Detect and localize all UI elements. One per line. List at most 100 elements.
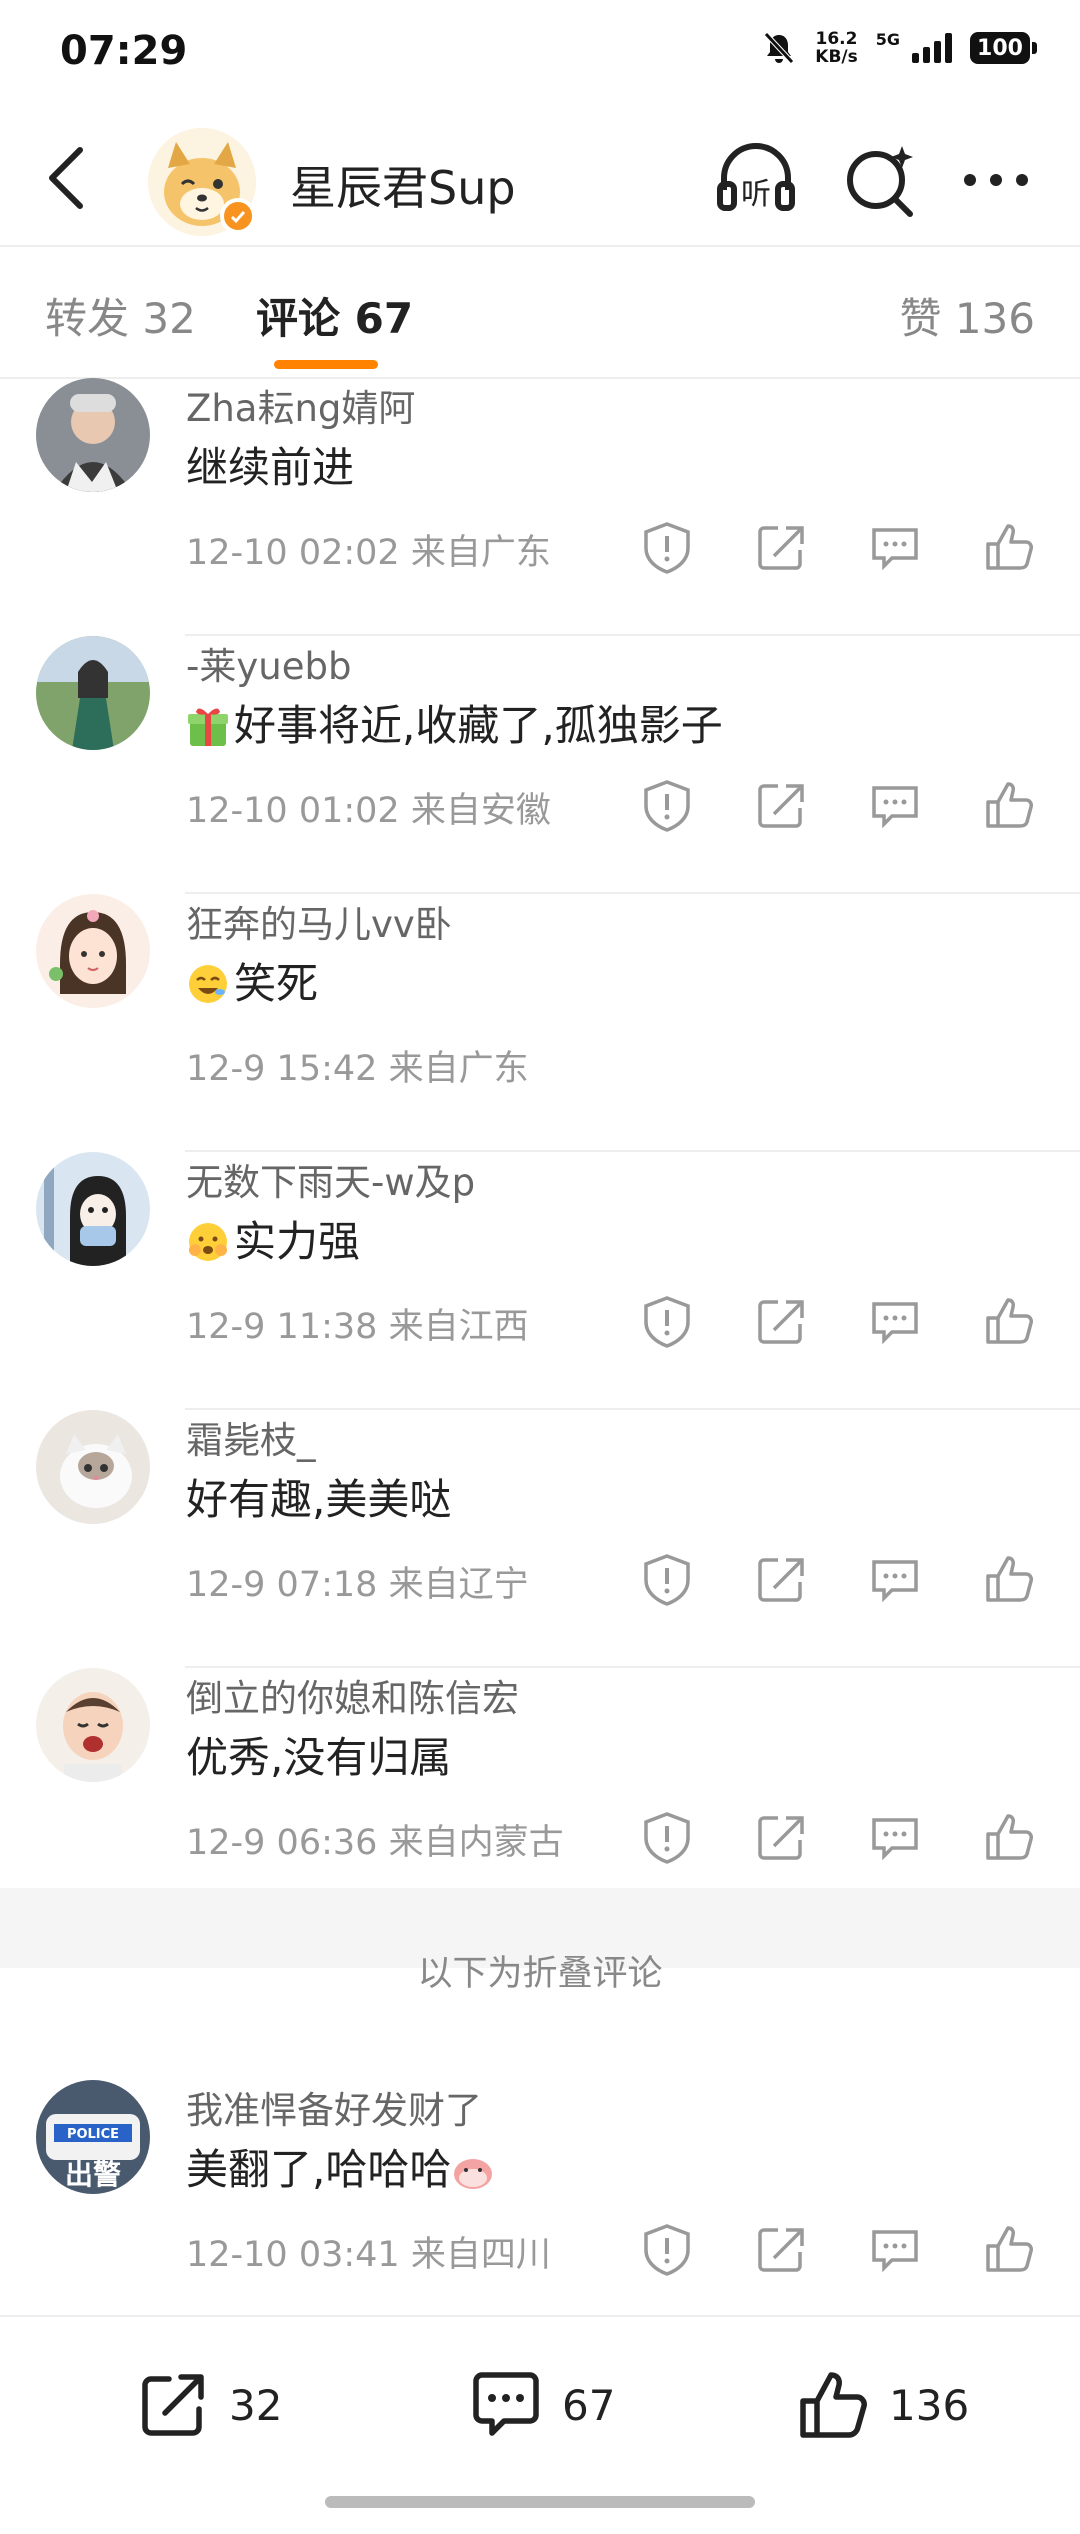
commenter-avatar[interactable]	[36, 1410, 150, 1524]
search-sparkle-icon[interactable]	[836, 136, 924, 224]
folded-comment-item: POLICE 出警 我准悍备好发财了 美翻了,哈哈哈 12-10 03:41 来…	[0, 2080, 1080, 2300]
share-icon[interactable]	[752, 1550, 810, 1608]
tab-repost[interactable]: 转发 32	[45, 285, 196, 346]
signal-icon	[912, 33, 952, 63]
repost-button[interactable]: 32	[135, 2367, 282, 2443]
comment-item: 无数下雨天-w及p 实力强 12-9 11:38 来自江西	[0, 1152, 1080, 1410]
status-time: 07:29	[60, 28, 188, 74]
like-icon[interactable]	[980, 776, 1038, 834]
tab-likes[interactable]: 赞 136	[899, 285, 1035, 346]
shy-emoji-icon	[189, 1223, 227, 1261]
comment-text-content: 实力强	[234, 1217, 361, 1266]
repost-count: 32	[229, 2380, 283, 2430]
page-title[interactable]: 星辰君Sup	[290, 152, 516, 218]
comment-text-content: 好事将近,收藏了,孤独影子	[234, 701, 723, 750]
battery-level: 100	[977, 35, 1023, 61]
comment-text: 好事将近,收藏了,孤独影子	[186, 692, 723, 753]
comment-text: 好有趣,美美哒	[186, 1475, 452, 1524]
commenter-name[interactable]: -莱yuebb	[186, 636, 351, 690]
like-icon[interactable]	[980, 518, 1038, 576]
repost-icon	[142, 2374, 204, 2436]
reply-icon[interactable]	[866, 1292, 924, 1350]
home-indicator[interactable]	[325, 2496, 755, 2508]
reply-icon[interactable]	[866, 2220, 924, 2278]
listen-icon[interactable]: 听	[712, 136, 800, 224]
battery-icon: 100	[970, 32, 1037, 64]
share-icon[interactable]	[752, 2220, 810, 2278]
hamster-emoji-icon	[454, 2159, 493, 2189]
tab-bar: 转发 32 评论 67 赞 136	[0, 245, 1080, 379]
net-speed-unit: KB/s	[815, 47, 858, 67]
comment-text: 继续前进	[186, 443, 355, 492]
commenter-name[interactable]: 无数下雨天-w及p	[186, 1152, 475, 1206]
header: 星辰君Sup 听	[0, 110, 1080, 245]
commenter-avatar[interactable]: POLICE 出警	[36, 2080, 150, 2194]
comment-text: 优秀,没有归属	[186, 1733, 452, 1782]
commenter-name[interactable]: Zha耘ng婧阿	[186, 378, 415, 432]
like-icon[interactable]	[980, 1550, 1038, 1608]
comment-time: 12-9 15:42	[186, 1049, 378, 1089]
report-icon[interactable]	[638, 518, 696, 576]
comment-item: -莱yuebb 好事将近,收藏了,孤独影子 12-10 01:02 来自安徽	[0, 636, 1080, 894]
status-bar: 07:29 16.2 KB/s 5G 100	[0, 0, 1080, 110]
commenter-avatar[interactable]	[36, 636, 150, 750]
commenter-name[interactable]: 我准悍备好发财了	[186, 2080, 482, 2134]
gift-emoji-icon	[188, 708, 228, 746]
report-icon[interactable]	[638, 1550, 696, 1608]
share-icon[interactable]	[752, 518, 810, 576]
share-icon[interactable]	[752, 1292, 810, 1350]
laugh-emoji-icon	[189, 965, 227, 1003]
reply-icon[interactable]	[866, 518, 924, 576]
report-icon[interactable]	[638, 1808, 696, 1866]
comment-text: 笑死	[186, 950, 318, 1011]
commenter-avatar[interactable]	[36, 894, 150, 1008]
comment-list: Zha耘ng婧阿 继续前进 12-10 02:02 来自广东 -莱yuebb 好…	[0, 378, 1080, 1928]
network-type: 5G	[875, 30, 900, 49]
thumbs-up-icon	[800, 2372, 867, 2438]
comment-text-content: 笑死	[234, 959, 319, 1008]
tab-comments[interactable]: 评论 67	[256, 285, 413, 346]
back-icon[interactable]	[30, 138, 110, 218]
like-icon[interactable]	[980, 1292, 1038, 1350]
mute-bell-icon	[764, 32, 795, 64]
reply-icon[interactable]	[866, 776, 924, 834]
listen-label: 听	[741, 177, 771, 212]
report-icon[interactable]	[638, 1292, 696, 1350]
folded-comments-label[interactable]: 以下为折叠评论	[0, 1945, 1080, 1996]
comment-text: 美翻了,哈哈哈	[186, 2136, 499, 2197]
commenter-name[interactable]: 倒立的你媳和陈信宏	[186, 1668, 519, 1722]
commenter-avatar[interactable]	[36, 378, 150, 492]
comment-count: 67	[562, 2380, 616, 2430]
active-tab-indicator	[274, 360, 378, 369]
comment-text-content: 美翻了,哈哈哈	[186, 2145, 452, 2194]
verified-badge-icon	[220, 198, 256, 234]
comment-location: 来自广东	[388, 1049, 529, 1089]
comment-text: 实力强	[186, 1208, 360, 1269]
comment-item: 狂奔的马儿vv卧 笑死 12-9 15:42 来自广东	[0, 894, 1080, 1152]
net-speed-value: 16.2	[815, 29, 858, 49]
comment-item: 霜毙枝_ 好有趣,美美哒 12-9 07:18 来自辽宁	[0, 1410, 1080, 1668]
share-icon[interactable]	[752, 776, 810, 834]
report-icon[interactable]	[638, 776, 696, 834]
like-icon[interactable]	[980, 1808, 1038, 1866]
avatar-caption-text: 出警	[65, 2158, 121, 2191]
report-icon[interactable]	[638, 2220, 696, 2278]
net-speed: 16.2 KB/s	[815, 30, 857, 66]
avatar-sign-text: POLICE	[67, 2127, 119, 2142]
like-button[interactable]: 136	[795, 2367, 969, 2443]
share-icon[interactable]	[752, 1808, 810, 1866]
comment-button[interactable]: 67	[468, 2367, 615, 2443]
commenter-name[interactable]: 霜毙枝_	[186, 1410, 316, 1464]
comment-item: Zha耘ng婧阿 继续前进 12-10 02:02 来自广东	[0, 378, 1080, 636]
commenter-avatar[interactable]	[36, 1152, 150, 1266]
reply-icon[interactable]	[866, 1550, 924, 1608]
status-icons: 16.2 KB/s 5G 100	[761, 30, 1037, 66]
like-count: 136	[889, 2380, 970, 2430]
commenter-name[interactable]: 狂奔的马儿vv卧	[186, 894, 452, 948]
comment-icon	[473, 2372, 539, 2436]
more-icon[interactable]	[952, 136, 1040, 224]
like-icon[interactable]	[980, 2220, 1038, 2278]
reply-icon[interactable]	[866, 1808, 924, 1866]
commenter-avatar[interactable]	[36, 1668, 150, 1782]
comment-meta: 12-9 15:42 来自广东	[186, 1040, 529, 1091]
